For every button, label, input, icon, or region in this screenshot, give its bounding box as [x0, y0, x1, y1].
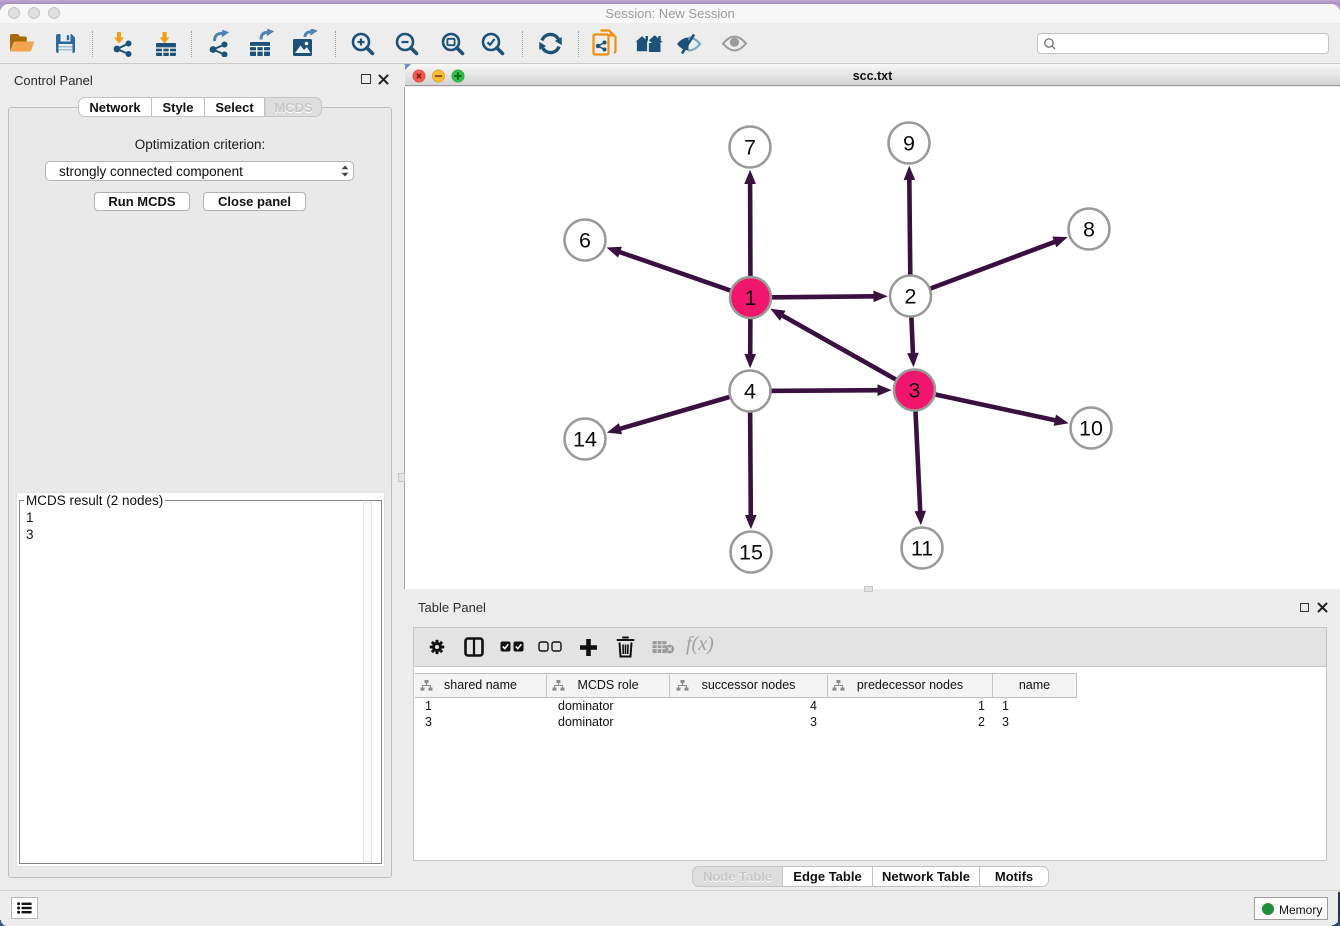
svg-text:8: 8 — [1083, 218, 1095, 242]
svg-text:6: 6 — [579, 229, 591, 253]
svg-text:10: 10 — [1079, 417, 1103, 441]
svg-text:2: 2 — [905, 285, 917, 309]
svg-text:4: 4 — [744, 380, 756, 404]
svg-text:9: 9 — [903, 132, 915, 156]
svg-text:7: 7 — [744, 136, 756, 160]
svg-text:3: 3 — [909, 379, 921, 403]
svg-text:11: 11 — [911, 537, 933, 561]
svg-text:14: 14 — [573, 428, 597, 452]
svg-text:1: 1 — [745, 286, 757, 310]
svg-text:15: 15 — [739, 541, 763, 565]
